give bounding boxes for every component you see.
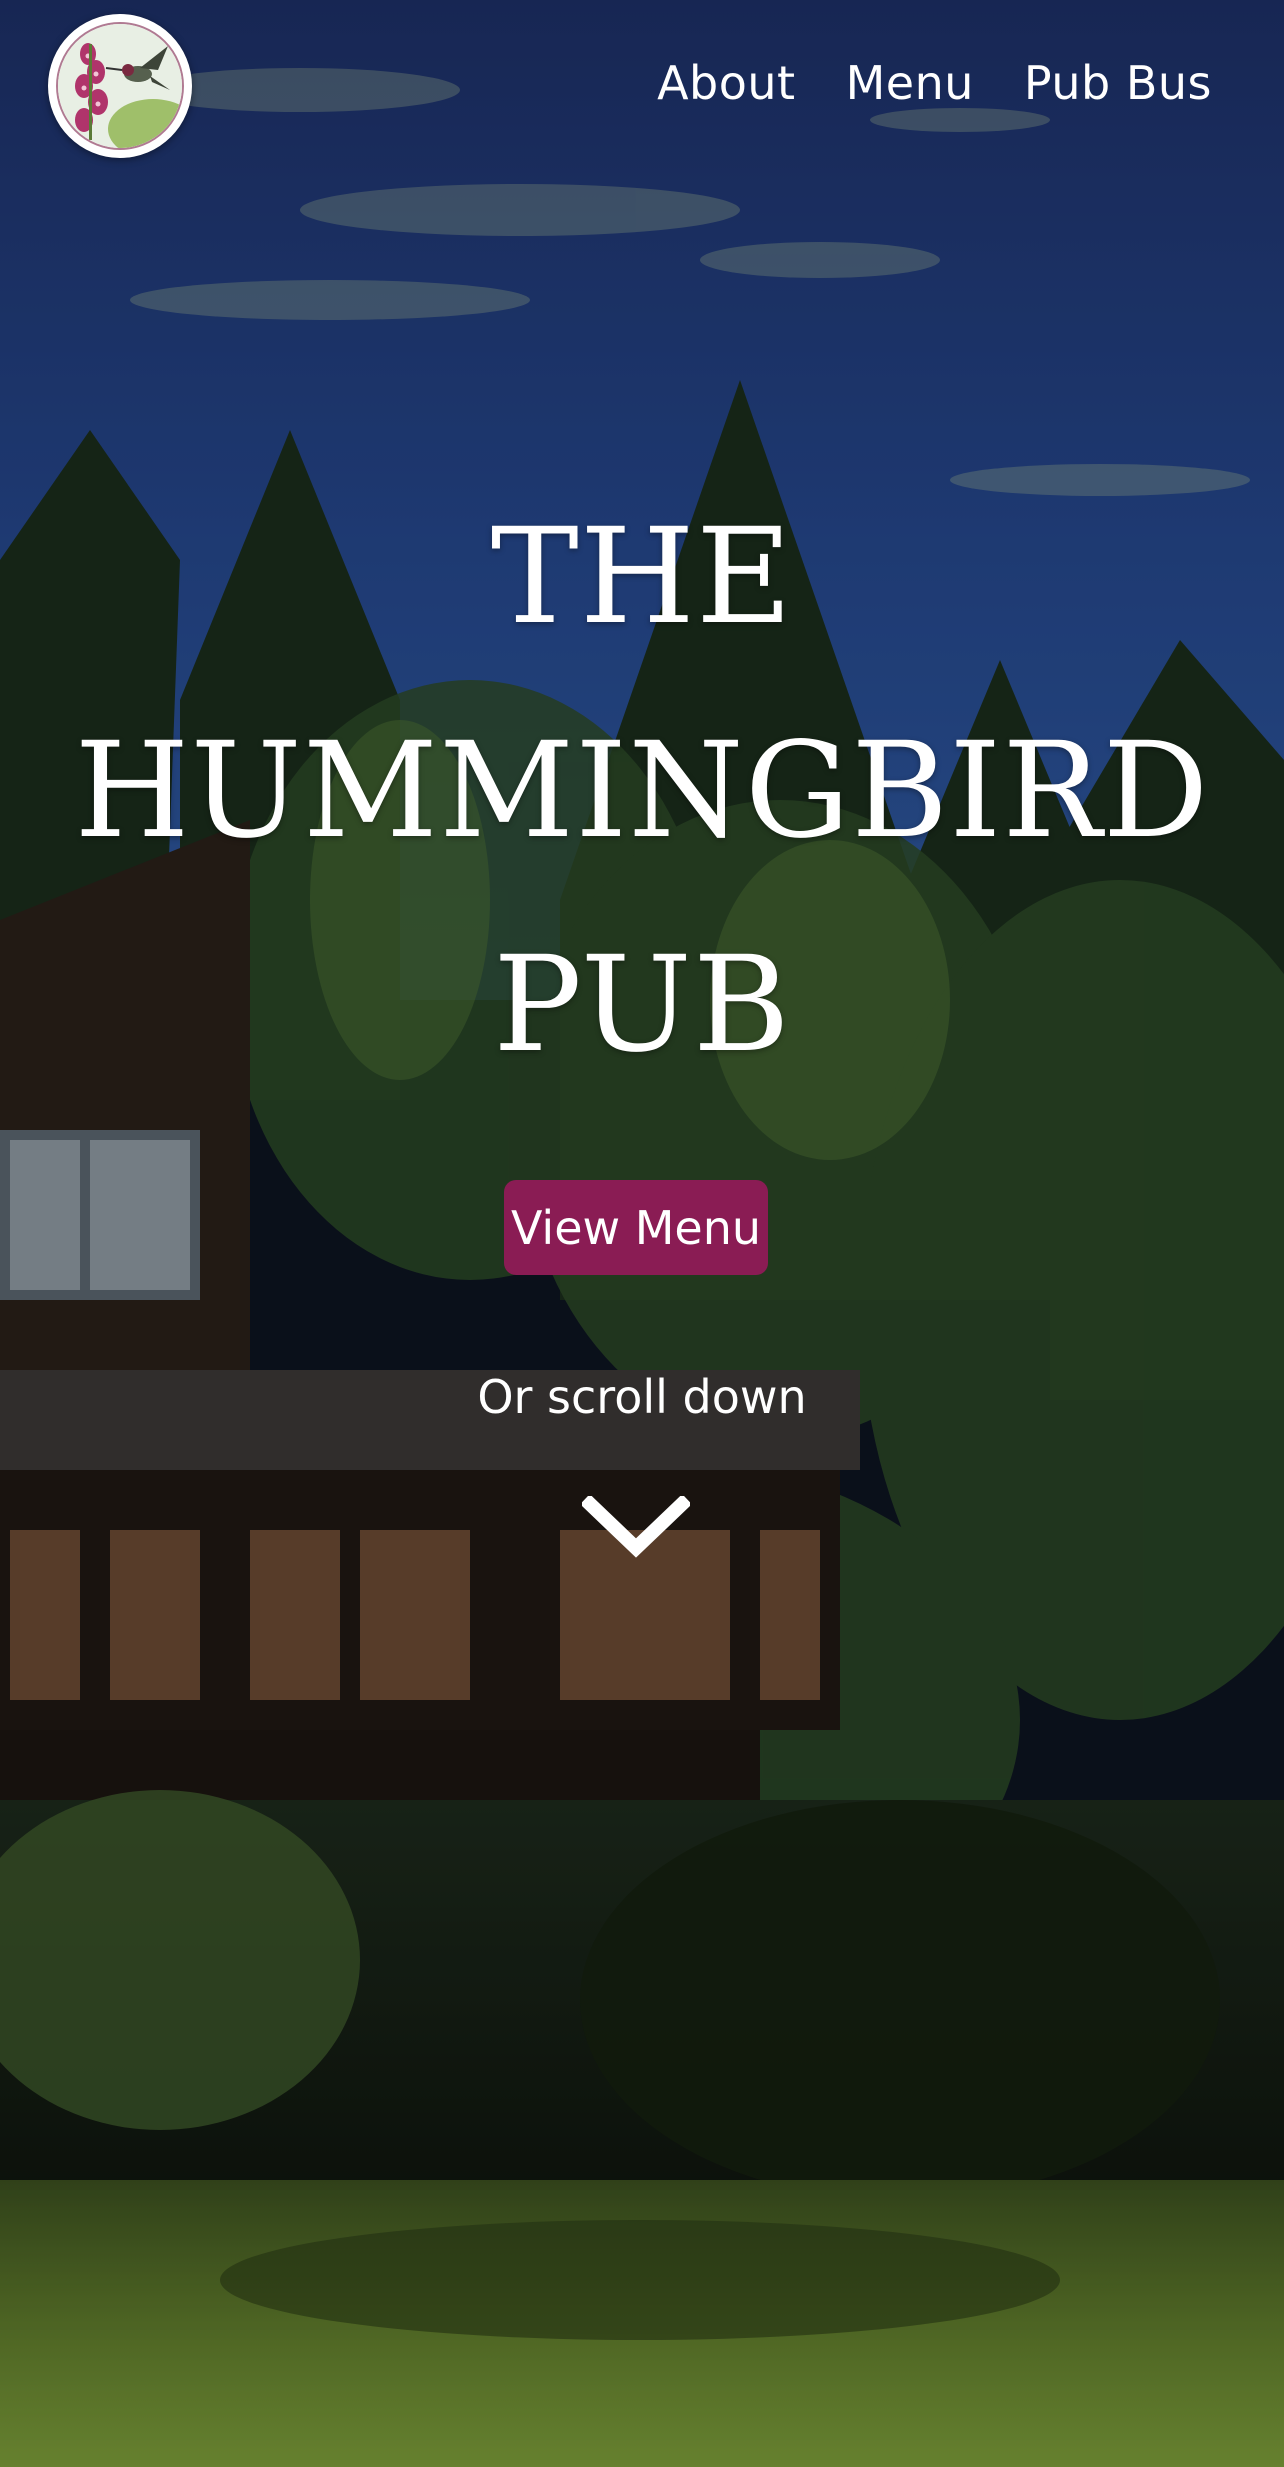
scroll-hint-text: Or scroll down xyxy=(477,1370,807,1424)
page-title: THE HUMMINGBIRD PUB xyxy=(0,470,1284,1112)
nav-link-about[interactable]: About xyxy=(657,48,796,118)
main-nav: About Menu Pub Bus xyxy=(657,48,1212,118)
nav-link-pub-bus[interactable]: Pub Bus xyxy=(1024,48,1212,118)
page-title-line-1: THE xyxy=(490,500,794,654)
chevron-down-icon[interactable] xyxy=(580,1494,692,1560)
page-title-line-3: PUB xyxy=(493,928,791,1082)
hummingbird-foxglove-logo-icon xyxy=(56,22,184,150)
nav-link-menu[interactable]: Menu xyxy=(846,48,974,118)
hero-section: About Menu Pub Bus THE HUMMINGBIRD PUB V… xyxy=(0,0,1284,2467)
pub-logo[interactable] xyxy=(48,14,192,158)
view-menu-button[interactable]: View Menu xyxy=(504,1180,768,1275)
page-title-line-2: HUMMINGBIRD xyxy=(74,714,1210,868)
